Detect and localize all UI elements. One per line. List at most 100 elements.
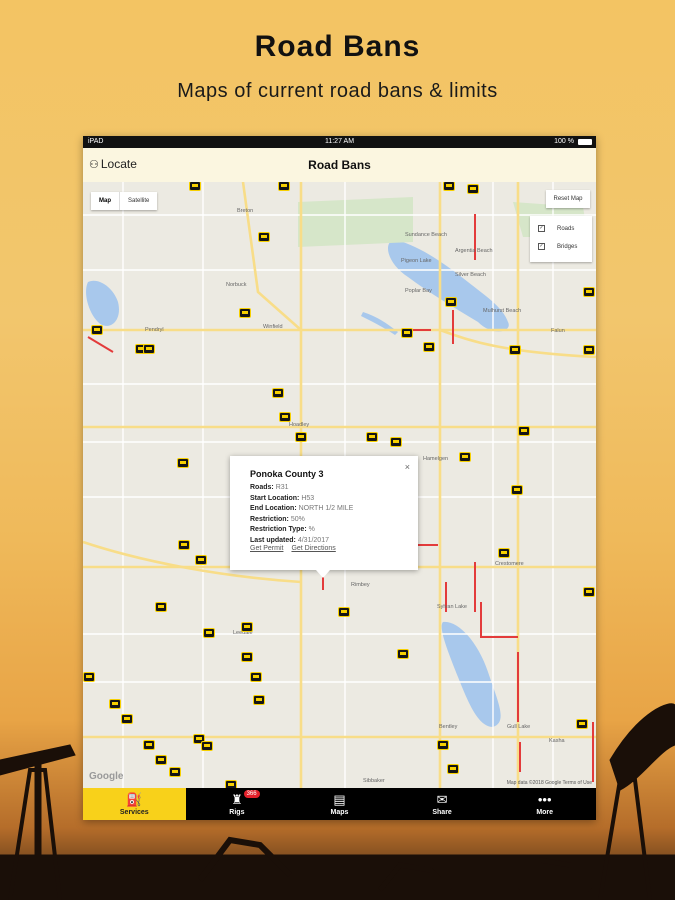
town-label: Pendryl: [145, 327, 164, 333]
town-label: Norbuck: [226, 282, 247, 288]
road-ban-pin[interactable]: [583, 587, 595, 597]
road-ban-pin[interactable]: [443, 182, 455, 191]
more-icon: •••: [537, 792, 552, 807]
town-label: Mulhurst Beach: [483, 308, 522, 314]
road-ban-pin[interactable]: [447, 764, 459, 774]
town-label: Silver Beach: [455, 272, 486, 278]
road-bans-map[interactable]: Breton Sundance Beach Argentia Beach Sil…: [83, 182, 596, 788]
popup-field-restriction-type: Restriction Type: %: [250, 526, 315, 533]
road-ban-pin[interactable]: [91, 325, 103, 335]
road-ban-pin[interactable]: [155, 602, 167, 612]
popup-links: Get Permit Get Directions: [250, 545, 344, 552]
tab-maps[interactable]: ▤ Maps: [288, 788, 391, 820]
layer-bridges[interactable]: ✓ Bridges: [538, 243, 577, 250]
road-ban-pin[interactable]: [445, 297, 457, 307]
popup-field-end: End Location: NORTH 1/2 MILE: [250, 505, 354, 512]
road-ban-pin[interactable]: [278, 182, 290, 191]
map-type-satellite[interactable]: Satellite: [120, 192, 157, 210]
road-ban-pin[interactable]: [498, 548, 510, 558]
road-ban-pin[interactable]: [239, 308, 251, 318]
map-type-toggle: Map Satellite: [91, 192, 158, 210]
road-ban-pin[interactable]: [511, 485, 523, 495]
road-ban-pin[interactable]: [195, 555, 207, 565]
town-label: Sundance Beach: [405, 232, 447, 238]
clock: 11:27 AM: [324, 138, 355, 145]
town-label: Crestomere: [495, 561, 524, 567]
popup-field-roads: Roads: R31: [250, 484, 289, 491]
road-ban-pin[interactable]: [241, 622, 253, 632]
layer-toggles: ✓ Roads ✓ Bridges: [530, 216, 592, 262]
road-ban-pin[interactable]: [518, 426, 530, 436]
tab-services[interactable]: ⛽ Services: [83, 788, 186, 820]
road-ban-info-popup: Ponoka County 3 × Roads: R31 Start Locat…: [230, 456, 418, 578]
town-label: Rimbey: [351, 582, 370, 588]
tablet-screen: iPAD 11:27 AM 100 % ⚇ Locate Road Bans B…: [83, 136, 596, 820]
rigs-count-badge: 366: [243, 790, 260, 798]
road-ban-pin[interactable]: [576, 719, 588, 729]
road-ban-pin[interactable]: [390, 437, 402, 447]
share-icon: ✉: [436, 792, 448, 807]
road-ban-pin[interactable]: [201, 741, 213, 751]
town-label: Gull Lake: [507, 724, 531, 730]
road-ban-pin[interactable]: [295, 432, 307, 442]
road-ban-pin[interactable]: [397, 649, 409, 659]
road-ban-pin[interactable]: [338, 607, 350, 617]
road-ban-pin[interactable]: [509, 345, 521, 355]
town-label: Sylvan Lake: [437, 604, 467, 610]
google-logo: Google: [89, 771, 124, 782]
road-ban-pin[interactable]: [178, 540, 190, 550]
layer-roads[interactable]: ✓ Roads: [538, 225, 574, 232]
document-icon: ▤: [333, 792, 346, 807]
road-ban-pin[interactable]: [258, 232, 270, 242]
road-ban-pin[interactable]: [583, 345, 595, 355]
nav-bar: ⚇ Locate Road Bans: [83, 148, 596, 183]
popup-field-restriction: Restriction: 50%: [250, 515, 305, 523]
road-ban-pin[interactable]: [467, 184, 479, 194]
town-label: Breton: [237, 208, 254, 214]
get-permit-link[interactable]: Get Permit: [250, 545, 283, 552]
map-type-map[interactable]: Map: [91, 192, 120, 210]
road-ban-pin[interactable]: [143, 344, 155, 354]
road-ban-pin[interactable]: [189, 182, 201, 191]
road-ban-pin[interactable]: [423, 342, 435, 352]
road-ban-pin[interactable]: [203, 628, 215, 638]
road-ban-pin[interactable]: [459, 452, 471, 462]
popup-title: Ponoka County 3: [250, 469, 324, 479]
town-label: Bentley: [439, 724, 458, 730]
rig-icon: ♜: [231, 792, 243, 807]
road-ban-pin[interactable]: [155, 755, 167, 765]
battery-icon: [578, 139, 592, 145]
close-icon[interactable]: ×: [405, 462, 410, 472]
road-ban-pin[interactable]: [401, 328, 413, 338]
tab-bar: ⛽ Services ♜ Rigs 366 ▤ Maps ✉ Share •••…: [83, 788, 596, 820]
tab-share[interactable]: ✉ Share: [391, 788, 494, 820]
tab-more[interactable]: ••• More: [493, 788, 596, 820]
reset-map-button[interactable]: Reset Map: [546, 190, 590, 208]
road-ban-pin[interactable]: [83, 672, 95, 682]
map-attribution[interactable]: Map data ©2018 Google Terms of Use: [507, 780, 592, 786]
road-ban-pin[interactable]: [437, 740, 449, 750]
promo-subtitle: Maps of current road bans & limits: [177, 80, 498, 102]
road-ban-pin[interactable]: [279, 412, 291, 422]
tab-rigs[interactable]: ♜ Rigs 366: [186, 788, 289, 820]
town-label: Hoadley: [289, 422, 310, 428]
road-ban-pin[interactable]: [169, 767, 181, 777]
town-label: Hamelgen: [423, 456, 449, 462]
page-title: Road Bans: [308, 158, 371, 172]
road-ban-pin[interactable]: [253, 695, 265, 705]
road-ban-pin[interactable]: [225, 780, 237, 788]
road-ban-pin[interactable]: [272, 388, 284, 398]
road-ban-pin[interactable]: [109, 699, 121, 709]
bridges-label: Bridges: [557, 244, 578, 251]
road-ban-pin[interactable]: [583, 287, 595, 297]
road-ban-pin[interactable]: [143, 740, 155, 750]
town-label: Pigeon Lake: [401, 258, 432, 264]
get-directions-link[interactable]: Get Directions: [291, 545, 335, 552]
road-ban-pin[interactable]: [250, 672, 262, 682]
road-ban-pin[interactable]: [366, 432, 378, 442]
road-ban-pin[interactable]: [121, 714, 133, 724]
road-ban-pin[interactable]: [241, 652, 253, 662]
road-ban-pin[interactable]: [177, 458, 189, 468]
bridges-checkbox[interactable]: ✓: [538, 243, 545, 250]
roads-checkbox[interactable]: ✓: [538, 225, 545, 232]
